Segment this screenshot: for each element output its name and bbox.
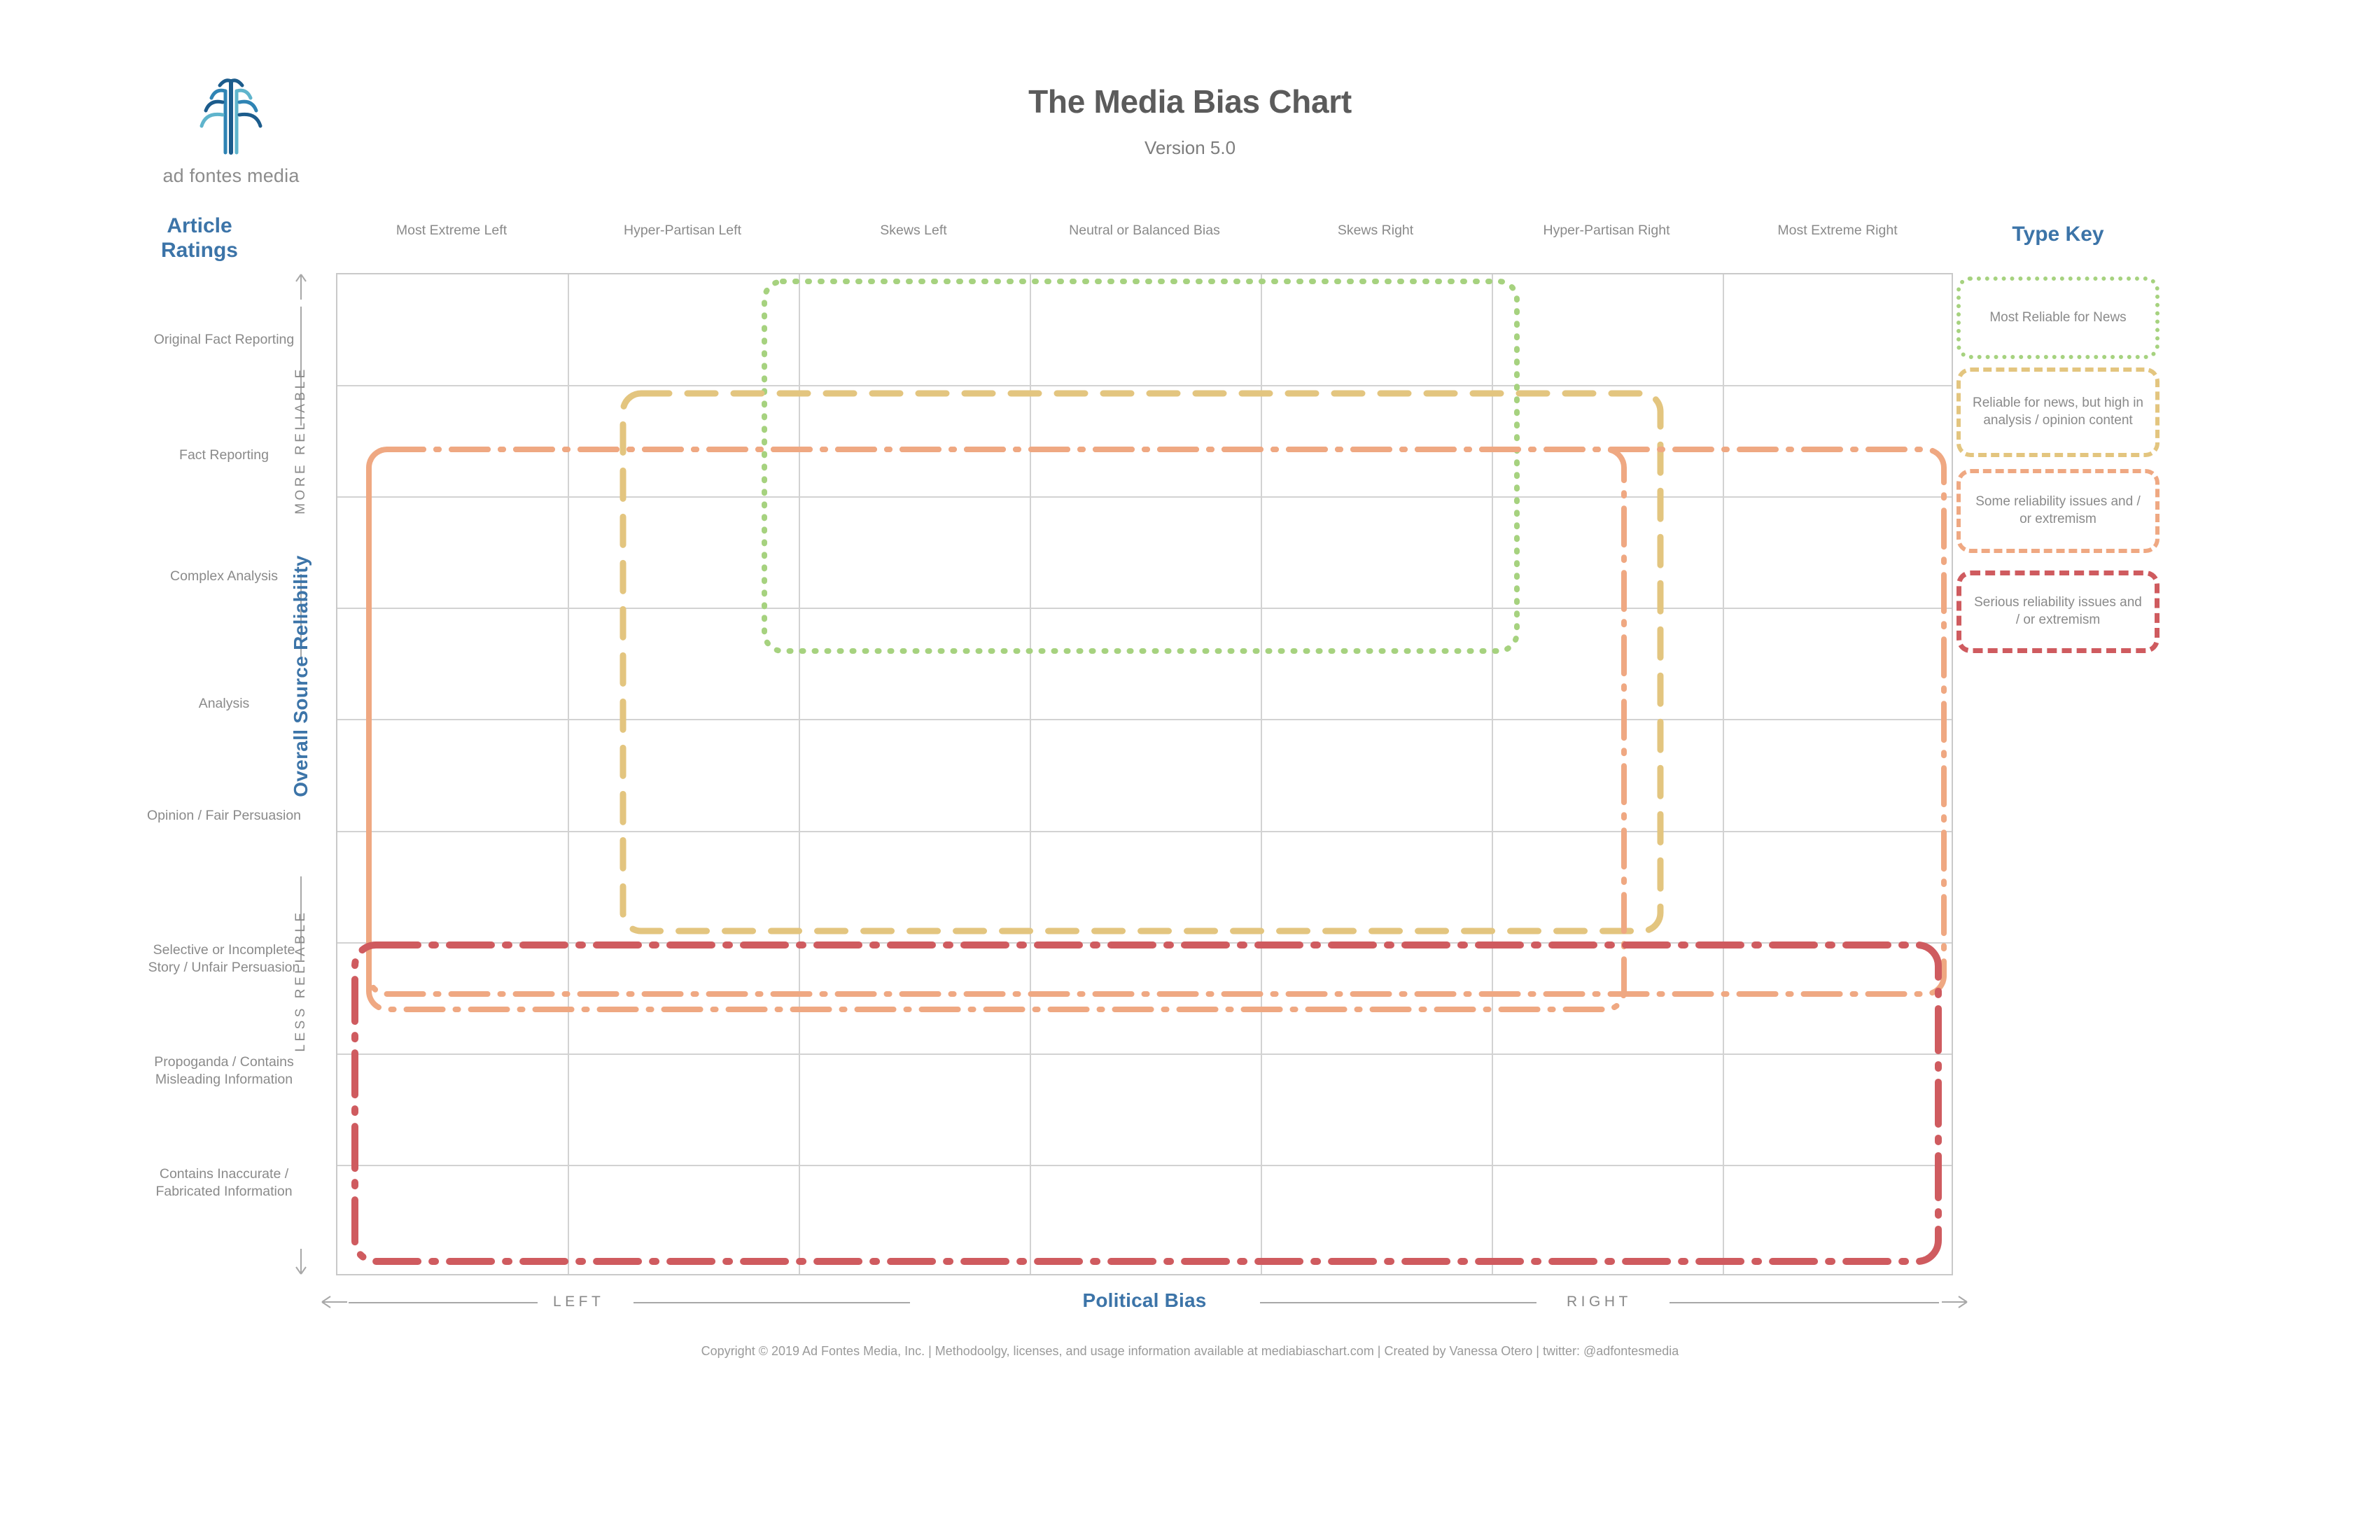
article-ratings-line2: Ratings <box>160 239 238 262</box>
article-ratings-heading: Article Ratings <box>130 214 270 263</box>
type-key-heading: Type Key <box>2012 223 2104 246</box>
type-key-entry-2: Some reliability issues and / or extremi… <box>1956 469 2160 553</box>
type-key-entry-label-0: Most Reliable for News <box>1989 309 2127 325</box>
y-axis-title: Overall Source Reliability <box>290 555 312 797</box>
chart-plot-area <box>336 273 1953 1275</box>
type-key-entry-3: Serious reliability issues and / or extr… <box>1956 570 2160 653</box>
region-most-reliable-for-news <box>762 279 1520 654</box>
region-reliable-high-opinion <box>620 390 1664 934</box>
type-key-entry-1: Reliable for news, but high in analysis … <box>1956 368 2160 457</box>
column-header-6: Most Extreme Right <box>1777 223 1898 238</box>
column-header-1: Hyper-Partisan Left <box>624 223 741 238</box>
x-axis: LEFT Political Bias RIGHT <box>321 1289 1968 1324</box>
region-some-reliability-wide <box>366 447 1947 997</box>
reliability-region-overlays <box>351 279 1947 1265</box>
article-ratings-line1: Article <box>167 214 232 237</box>
column-header-0: Most Extreme Left <box>396 223 507 238</box>
brand-wordmark: ad fontes media <box>162 165 300 186</box>
region-some-reliability-left <box>366 447 1627 1012</box>
x-axis-left-label: LEFT <box>553 1294 605 1310</box>
footer-copyright: Copyright © 2019 Ad Fontes Media, Inc. |… <box>701 1344 1679 1358</box>
y-axis: MORE RELIABLE Overall Source Reliability… <box>280 273 322 1275</box>
arrow-up-icon <box>295 274 307 300</box>
page-title: The Media Bias Chart <box>1028 83 1352 120</box>
column-header-5: Hyper-Partisan Right <box>1543 223 1670 238</box>
arrow-right-icon <box>1942 1296 1968 1308</box>
type-key-entry-label-2: Some reliability issues and / or extremi… <box>1975 494 2141 526</box>
x-axis-right-label: RIGHT <box>1567 1294 1632 1310</box>
type-key-entry-label-3: Serious reliability issues and / or extr… <box>1974 595 2142 627</box>
x-axis-title: Political Bias <box>1082 1289 1207 1311</box>
arrow-down-icon <box>295 1249 307 1275</box>
column-header-2: Skews Left <box>880 223 947 238</box>
column-header-3: Neutral or Balanced Bias <box>1069 223 1220 238</box>
column-header-4: Skews Right <box>1337 223 1414 238</box>
type-key-entry-0: Most Reliable for News <box>1956 276 2160 359</box>
y-axis-more-reliable-label: MORE RELIABLE <box>293 366 308 514</box>
arrow-left-icon <box>321 1296 347 1308</box>
page-subtitle: Version 5.0 <box>1144 137 1236 158</box>
y-axis-less-reliable-label: LESS RELIABLE <box>293 909 308 1052</box>
type-key-entry-label-1: Reliable for news, but high in analysis … <box>1973 396 2143 428</box>
